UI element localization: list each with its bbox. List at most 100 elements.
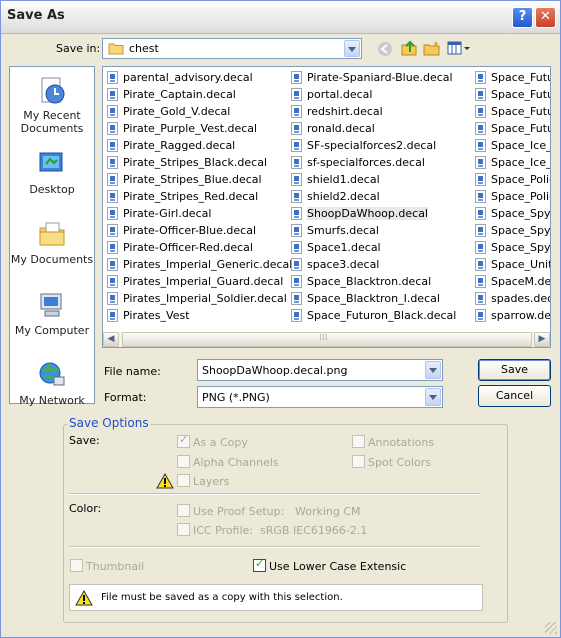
file-item[interactable]: Space_Blacktron.decal (289, 273, 469, 290)
thumbnail-checkbox[interactable] (70, 559, 83, 572)
decal-file-icon (475, 156, 486, 169)
help-button[interactable]: ? (512, 7, 533, 28)
title-bar[interactable]: Save As ? ✕ (1, 1, 560, 34)
my-computer-icon (40, 293, 62, 317)
decal-file-icon (475, 224, 486, 237)
place-my-documents[interactable]: My Documents (10, 217, 94, 287)
save-in-dropdown[interactable]: chest (102, 38, 362, 59)
file-item[interactable]: Space1.decal (289, 239, 469, 256)
warning-icon (75, 590, 93, 606)
close-button[interactable]: ✕ (535, 7, 556, 28)
save-button[interactable]: Save (478, 359, 551, 381)
file-item[interactable]: Pirate-Girl.decal (105, 205, 285, 222)
file-item[interactable]: Pirates_Vest (105, 307, 285, 324)
back-icon[interactable] (377, 41, 393, 57)
decal-file-icon (291, 139, 302, 152)
decal-file-icon (475, 139, 486, 152)
cancel-button[interactable]: Cancel (478, 385, 551, 407)
file-item[interactable]: portal.decal (289, 86, 469, 103)
file-item[interactable]: Space_Ice_P (473, 137, 550, 154)
decal-file-icon (291, 207, 302, 220)
layers-label: Layers (193, 475, 230, 488)
file-item[interactable]: sf-specialforces.decal (289, 154, 469, 171)
file-item[interactable]: Space_Blacktron_I.decal (289, 290, 469, 307)
decal-file-icon (291, 156, 302, 169)
file-item[interactable]: Space_Spyri (473, 205, 550, 222)
spot-colors-checkbox[interactable] (352, 455, 365, 468)
file-item[interactable]: Pirate_Captain.decal (105, 86, 285, 103)
file-item[interactable]: SF-specialforces2.decal (289, 137, 469, 154)
file-item[interactable]: Pirate_Stripes_Blue.decal (105, 171, 285, 188)
lower-case-extension-checkbox[interactable] (253, 557, 266, 572)
place-my-recent-documents[interactable]: My Recent Documents (10, 73, 94, 143)
file-item[interactable]: shield1.decal (289, 171, 469, 188)
file-item[interactable]: Space_Unitro (473, 256, 550, 273)
file-item[interactable]: Space_Futuron_Black.decal (289, 307, 469, 324)
icc-profile-value: sRGB IEC61966-2.1 (260, 524, 368, 537)
file-item[interactable]: Space_Spyri (473, 222, 550, 239)
new-folder-icon[interactable] (423, 39, 441, 57)
file-item[interactable]: Space_Futur (473, 86, 550, 103)
file-item[interactable]: Pirates_Imperial_Soldier.decal (105, 290, 287, 307)
file-item[interactable]: Pirates_Imperial_Guard.decal (105, 273, 285, 290)
file-name: Space_Futuron_Black.decal (307, 309, 457, 322)
file-item[interactable]: ronald.decal (289, 120, 469, 137)
view-menu-icon[interactable] (447, 41, 471, 56)
file-item[interactable]: shield2.decal (289, 188, 469, 205)
file-item[interactable]: sparrow.dec (473, 307, 551, 324)
file-list[interactable]: parental_advisory.decal Pirate_Captain.de… (102, 66, 551, 348)
place-desktop[interactable]: Desktop (10, 147, 94, 217)
annotations-checkbox[interactable] (352, 435, 365, 448)
icc-profile-checkbox[interactable] (177, 523, 190, 536)
file-name: Pirates_Imperial_Generic.decal (123, 258, 293, 271)
file-item[interactable]: Pirate_Stripes_Red.decal (105, 188, 285, 205)
file-item[interactable]: Space_Futur (473, 103, 550, 120)
alpha-channels-checkbox[interactable] (177, 455, 190, 468)
file-item[interactable]: redshirt.decal (289, 103, 469, 120)
scroll-thumb[interactable] (122, 332, 532, 347)
file-item[interactable]: space3.decal (289, 256, 469, 273)
up-folder-icon[interactable] (400, 39, 418, 57)
chevron-down-icon (425, 361, 441, 379)
file-item[interactable]: spades.deca (473, 290, 550, 307)
file-name: Pirate-Officer-Red.decal (123, 241, 253, 254)
file-name: Space_Spyri (491, 241, 551, 254)
file-item[interactable]: parental_advisory.decal (105, 69, 285, 86)
place-my-computer[interactable]: My Computer (10, 288, 94, 358)
scroll-left-button[interactable]: ◀ (103, 332, 119, 347)
file-item[interactable]: SpaceM.deca (473, 273, 550, 290)
proof-setup-checkbox[interactable] (177, 504, 190, 517)
help-icon: ? (518, 9, 527, 24)
file-item[interactable]: Space_Ice_P (473, 154, 550, 171)
file-item[interactable]: Pirate_Gold_V.decal (105, 103, 285, 120)
warning-icon (156, 473, 174, 489)
file-item[interactable]: Space_Police (473, 171, 550, 188)
file-item[interactable]: Pirates_Imperial_Generic.decal (105, 256, 292, 273)
file-item[interactable]: Space_Futur (473, 120, 550, 137)
file-name: Space_Unitro (491, 258, 550, 271)
file-item[interactable]: Pirate_Purple_Vest.decal (105, 120, 285, 137)
file-name: Pirates_Imperial_Guard.decal (123, 275, 284, 288)
layers-checkbox[interactable] (177, 474, 190, 487)
as-copy-checkbox[interactable] (177, 433, 190, 448)
filename-input[interactable]: ShoopDaWhoop.decal.png (197, 359, 443, 381)
format-dropdown[interactable]: PNG (*.PNG) (197, 386, 443, 408)
file-item[interactable]: Space_Spyri (473, 239, 551, 256)
lower-case-extension-label: Use Lower Case Extensic (269, 560, 407, 573)
file-item[interactable]: Pirate-Officer-Red.decal (105, 239, 285, 256)
place-label: My Recent Documents (20, 109, 84, 135)
file-item[interactable]: Space_Futur (473, 69, 550, 86)
file-item[interactable]: ShoopDaWhoop.decal (289, 205, 469, 222)
file-name: sparrow.dec (491, 309, 551, 322)
file-item[interactable]: Pirate_Stripes_Black.decal (105, 154, 285, 171)
file-item[interactable]: Space_Police (473, 188, 550, 205)
file-item[interactable]: Pirate-Spaniard-Blue.decal (289, 69, 469, 86)
decal-file-icon (107, 122, 118, 135)
file-item[interactable]: Pirate_Ragged.decal (105, 137, 285, 154)
resize-grip[interactable] (545, 622, 557, 634)
horizontal-scrollbar[interactable]: ◀ ▶ (103, 332, 550, 347)
alpha-channels-label: Alpha Channels (193, 456, 279, 469)
file-item[interactable]: Smurfs.decal (289, 222, 469, 239)
file-item[interactable]: Pirate-Officer-Blue.decal (105, 222, 285, 239)
scroll-right-button[interactable]: ▶ (534, 332, 550, 347)
